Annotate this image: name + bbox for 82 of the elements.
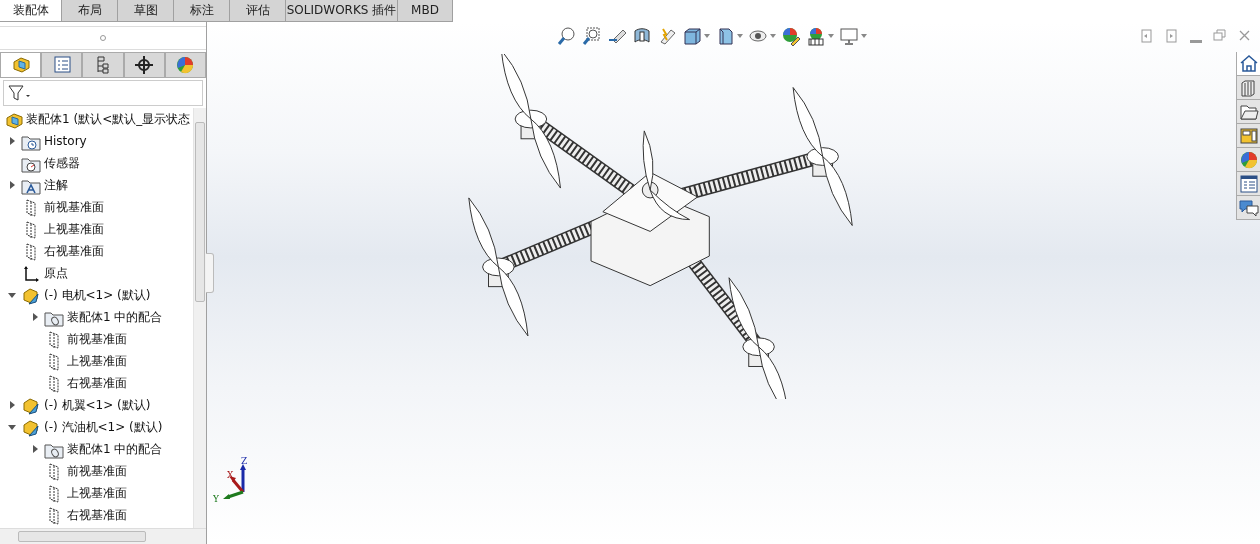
ribbon-tab[interactable]: SOLIDWORKS 插件 bbox=[286, 0, 398, 22]
chat-icon bbox=[1238, 197, 1259, 218]
home-icon bbox=[1238, 53, 1259, 74]
tree-item-label[interactable]: 上视基准面 bbox=[67, 352, 127, 370]
panel-collapse-handle[interactable] bbox=[206, 253, 214, 293]
minimize-icon bbox=[1190, 40, 1202, 43]
layout-icon bbox=[1238, 125, 1259, 146]
task-pane-tab[interactable] bbox=[1237, 52, 1260, 76]
component-icon bbox=[21, 418, 41, 437]
view-toolbar-button[interactable] bbox=[806, 26, 834, 46]
task-pane-tab[interactable] bbox=[1237, 148, 1260, 172]
ribbon-tab[interactable]: 草图 bbox=[118, 0, 174, 22]
ribbon-tab[interactable]: MBD bbox=[398, 0, 453, 22]
feature-tree-icon bbox=[10, 55, 31, 75]
tree-item-label[interactable]: 原点 bbox=[44, 264, 68, 282]
ribbon-tab[interactable]: 评估 bbox=[230, 0, 286, 22]
panel-tab[interactable] bbox=[123, 52, 165, 77]
assembly-icon bbox=[4, 110, 24, 129]
filter-field[interactable] bbox=[3, 80, 203, 106]
tree-item-label[interactable]: 注解 bbox=[44, 176, 68, 194]
window-button[interactable] bbox=[1237, 28, 1252, 43]
tree-item-label[interactable]: History bbox=[44, 132, 87, 150]
color-wheel-icon bbox=[1238, 149, 1259, 170]
tree-item-label[interactable]: 装配体1 中的配合 bbox=[67, 440, 163, 458]
tree-item-label[interactable]: 上视基准面 bbox=[44, 220, 104, 238]
color-wheel-icon bbox=[175, 55, 196, 75]
tree-item-label[interactable]: (-) 机翼<1> (默认) bbox=[44, 396, 151, 414]
list-icon bbox=[1238, 173, 1259, 194]
ribbon-tab[interactable]: 标注 bbox=[174, 0, 230, 22]
tree-item-label[interactable]: 右视基准面 bbox=[67, 374, 127, 392]
tree-item-label[interactable]: 右视基准面 bbox=[44, 242, 104, 260]
view-toolbar-button[interactable] bbox=[682, 26, 710, 46]
ribbon-tab[interactable]: 布局 bbox=[62, 0, 118, 22]
tree-item-label[interactable]: 上视基准面 bbox=[67, 484, 127, 502]
zoom-icon bbox=[557, 26, 577, 46]
y-axis-label: Y bbox=[213, 494, 219, 502]
dropdown-caret-icon bbox=[861, 34, 867, 38]
zoom-area-icon bbox=[582, 26, 602, 46]
task-pane-tab[interactable] bbox=[1237, 124, 1260, 148]
tree-item-label[interactable]: (-) 电机<1> (默认) bbox=[44, 286, 151, 304]
dropdown-caret-icon bbox=[704, 34, 710, 38]
view-toolbar-button[interactable] bbox=[632, 26, 652, 46]
tree-item-label[interactable]: 前视基准面 bbox=[67, 330, 127, 348]
component-icon bbox=[21, 396, 41, 415]
tree-item-label[interactable]: 传感器 bbox=[44, 154, 80, 172]
task-pane-tab[interactable] bbox=[1237, 100, 1260, 124]
tree-root-label[interactable]: 装配体1 (默认<默认_显示状态 bbox=[26, 110, 191, 128]
restore-icon bbox=[1212, 28, 1227, 43]
edit-appearance-icon bbox=[781, 26, 801, 46]
tree-item-label[interactable]: 前视基准面 bbox=[67, 462, 127, 480]
horizontal-scrollbar[interactable] bbox=[0, 528, 206, 544]
section-view-icon bbox=[632, 26, 652, 46]
scene-icon bbox=[806, 26, 826, 46]
view-orientation-icon bbox=[682, 26, 702, 46]
origin-icon bbox=[21, 264, 41, 283]
property-list-icon bbox=[51, 55, 72, 75]
view-toolbar-button[interactable] bbox=[582, 26, 602, 46]
dropdown-caret-icon bbox=[770, 34, 776, 38]
x-axis-arrow bbox=[229, 476, 245, 493]
view-toolbar-button[interactable] bbox=[781, 26, 801, 46]
task-pane-tab[interactable] bbox=[1237, 172, 1260, 196]
view-toolbar-button[interactable] bbox=[839, 26, 867, 46]
dropdown-caret-icon bbox=[828, 34, 834, 38]
tree-item-label[interactable]: (-) 汽油机<1> (默认) bbox=[44, 418, 163, 436]
tree-item-label[interactable]: 装配体1 中的配合 bbox=[67, 308, 163, 326]
component-icon bbox=[21, 286, 41, 305]
dropdown-caret-icon bbox=[737, 34, 743, 38]
monitor-icon bbox=[839, 26, 859, 46]
ribbon-tab[interactable]: 装配体 bbox=[0, 0, 62, 22]
vertical-scrollbar[interactable] bbox=[193, 108, 206, 528]
previous-window-icon bbox=[1140, 28, 1155, 43]
view-toolbar-button[interactable] bbox=[557, 26, 577, 46]
crosshair-icon bbox=[134, 55, 155, 75]
z-axis-label: Z bbox=[241, 456, 248, 466]
z-axis-arrow bbox=[240, 464, 246, 492]
task-pane-tab[interactable] bbox=[1237, 196, 1260, 220]
next-window-icon bbox=[1165, 28, 1180, 43]
y-axis-arrow bbox=[223, 490, 244, 499]
filter-icon bbox=[7, 83, 31, 103]
tree-item-label[interactable]: 前视基准面 bbox=[44, 198, 104, 216]
tree-item-label[interactable]: 右视基准面 bbox=[67, 506, 127, 524]
close-icon bbox=[1237, 28, 1252, 43]
